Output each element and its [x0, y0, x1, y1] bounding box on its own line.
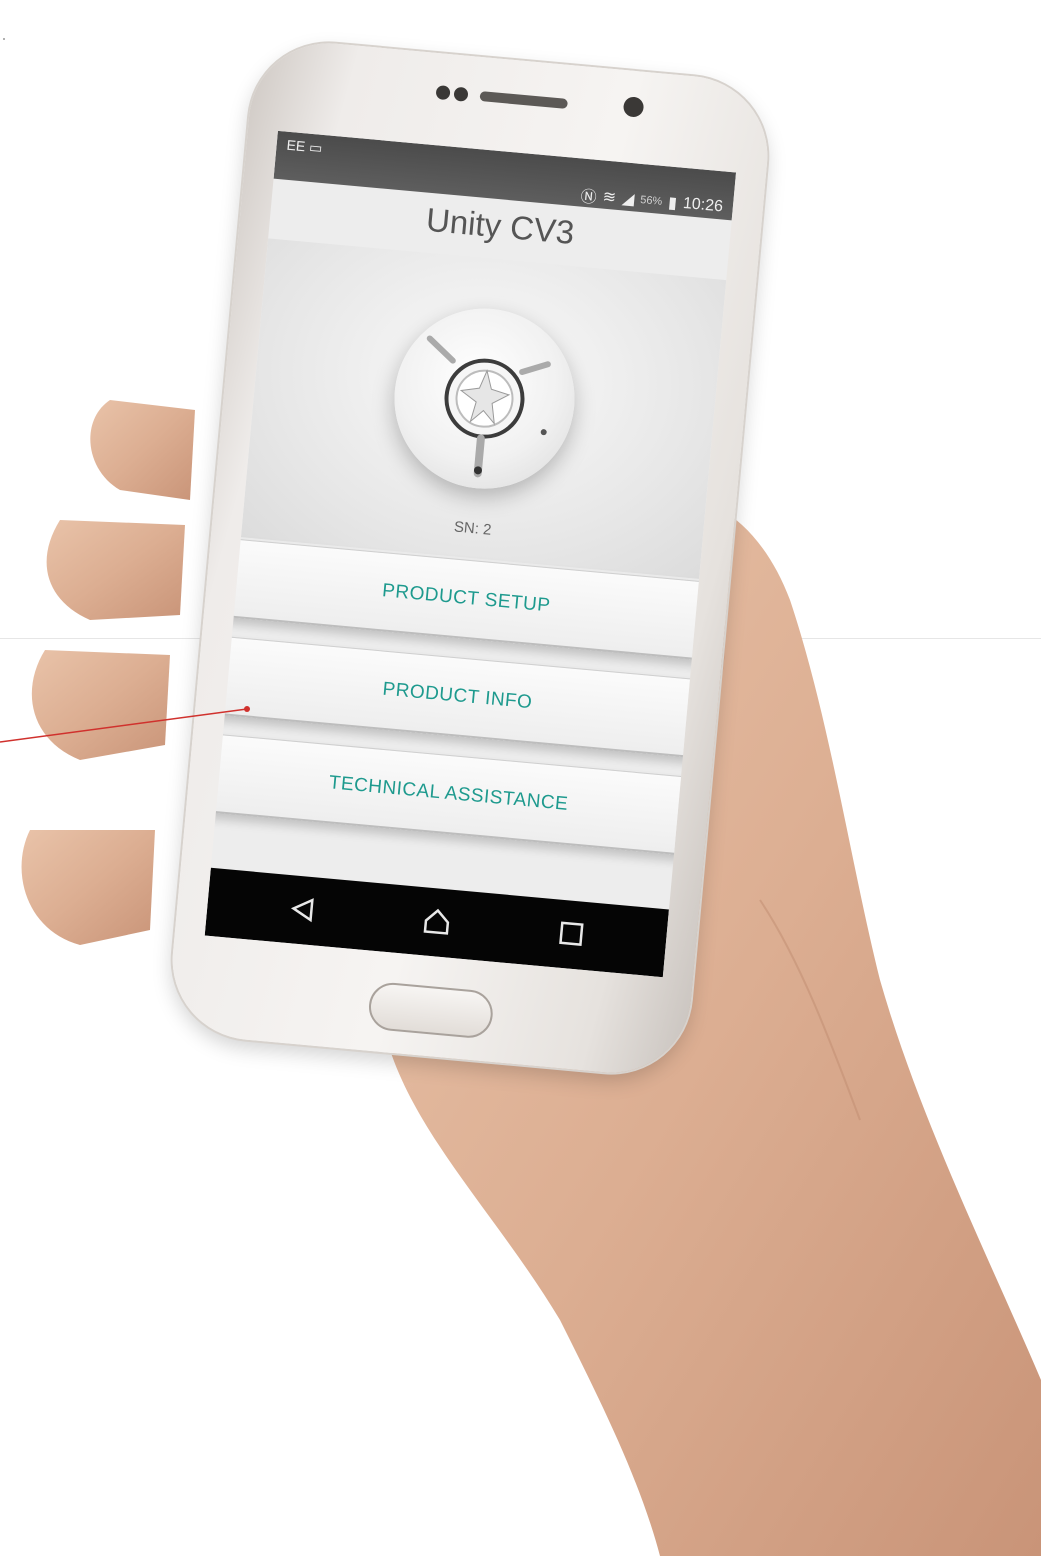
- nfc-icon: Ⓝ: [579, 188, 598, 207]
- product-setup-label: PRODUCT SETUP: [381, 580, 552, 617]
- technical-assistance-label: TECHNICAL ASSISTANCE: [328, 772, 570, 815]
- wifi-icon: ≋: [601, 188, 617, 207]
- product-info-label: PRODUCT INFO: [381, 678, 534, 714]
- home-icon[interactable]: [421, 905, 454, 938]
- signal-icon: ◢: [621, 190, 636, 209]
- status-left: EE ▭: [286, 137, 323, 157]
- detector-graphic: [426, 335, 551, 478]
- battery-percent: 56%: [639, 193, 663, 208]
- smoke-detector-image: [386, 300, 583, 497]
- carrier-label: EE: [285, 136, 307, 155]
- product-hero: SN: 2: [240, 238, 727, 579]
- battery-icon: ▮: [667, 194, 678, 213]
- background-dot: [3, 38, 5, 40]
- screen-cast-icon: ▭: [308, 138, 324, 156]
- smartphone: EE ▭ Ⓝ ≋ ◢ 56% ▮ 10:26 Unity CV3 SN: 2 P…: [165, 36, 775, 1080]
- screen: EE ▭ Ⓝ ≋ ◢ 56% ▮ 10:26 Unity CV3 SN: 2 P…: [204, 130, 737, 978]
- back-icon[interactable]: [286, 893, 319, 926]
- technical-assistance-button[interactable]: TECHNICAL ASSISTANCE: [205, 733, 692, 856]
- recents-icon[interactable]: [555, 917, 588, 950]
- clock: 10:26: [682, 194, 724, 216]
